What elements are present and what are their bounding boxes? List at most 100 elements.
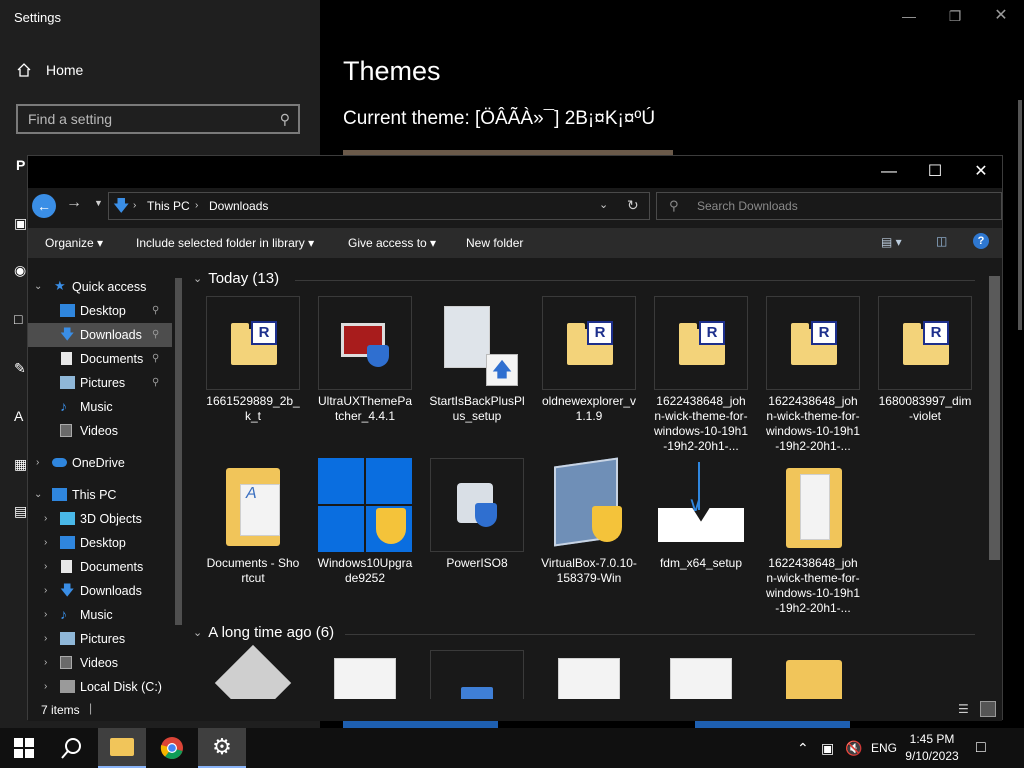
file-item[interactable] bbox=[429, 650, 525, 699]
chevron-right-icon[interactable]: › bbox=[44, 507, 47, 531]
nav-this-pc[interactable]: ⌄ This PC bbox=[28, 483, 185, 507]
chevron-down-icon[interactable]: ⌄ bbox=[193, 272, 202, 285]
network-icon[interactable]: ▣ bbox=[821, 728, 834, 768]
explorer-close-button[interactable]: ✕ bbox=[958, 156, 1004, 188]
forward-button[interactable]: → bbox=[66, 194, 82, 212]
nav-onedrive[interactable]: › OneDrive bbox=[28, 451, 185, 475]
language-indicator[interactable]: ENG bbox=[871, 728, 897, 768]
nav-scrollbar-thumb[interactable] bbox=[175, 278, 182, 625]
start-icon[interactable]: ▦ bbox=[14, 456, 27, 473]
chevron-down-icon[interactable]: ⌄ bbox=[193, 626, 202, 639]
find-setting-input[interactable]: Find a setting ⚲ bbox=[16, 104, 300, 134]
file-item[interactable] bbox=[653, 650, 749, 699]
chevron-right-icon[interactable]: › bbox=[36, 451, 39, 475]
nav-quick-downloads[interactable]: 🡇 Downloads ⚲ bbox=[28, 323, 185, 347]
change-view-icon[interactable]: ▤ ▾ bbox=[881, 235, 902, 249]
file-item[interactable]: R 1622438648_john-wick-theme-for-windows… bbox=[653, 296, 749, 454]
colors-icon[interactable]: ◉ bbox=[14, 262, 26, 279]
nav-quick-music[interactable]: ♪ Music bbox=[28, 395, 185, 419]
themes-icon[interactable]: ✎ bbox=[14, 360, 26, 377]
fonts-icon[interactable]: A bbox=[14, 408, 23, 424]
theme-thumbnail[interactable] bbox=[343, 720, 498, 728]
file-item[interactable]: R oldnewexplorer_v1.1.9 bbox=[541, 296, 637, 424]
nav-pc-videos[interactable]: › Videos bbox=[28, 651, 185, 675]
nav-pc-music[interactable]: › ♪ Music bbox=[28, 603, 185, 627]
clock[interactable]: 1:45 PM 9/10/2023 bbox=[900, 731, 964, 765]
file-item[interactable]: ∨ fdm_x64_setup bbox=[653, 458, 749, 571]
search-downloads-input[interactable]: ⚲ Search Downloads bbox=[656, 192, 1002, 220]
chrome-taskbar-button[interactable] bbox=[148, 728, 196, 768]
chevron-right-icon[interactable]: › bbox=[44, 603, 47, 627]
nav-pc-desktop[interactable]: › Desktop bbox=[28, 531, 185, 555]
background-icon[interactable]: ▣ bbox=[14, 215, 27, 232]
organize-menu[interactable]: Organize ▾ bbox=[45, 236, 103, 250]
nav-pc-documents[interactable]: › Documents bbox=[28, 555, 185, 579]
details-view-icon[interactable]: ☰ bbox=[958, 702, 969, 716]
file-item[interactable]: PowerISO8 bbox=[429, 458, 525, 571]
taskbar-settings-icon[interactable]: ▤ bbox=[14, 503, 27, 520]
chevron-down-icon[interactable]: ⌄ bbox=[34, 275, 42, 299]
file-item[interactable]: VirtualBox-7.0.10-158379-Win bbox=[541, 457, 637, 586]
give-access-menu[interactable]: Give access to ▾ bbox=[348, 236, 436, 250]
nav-quick-desktop[interactable]: Desktop ⚲ bbox=[28, 299, 185, 323]
file-item[interactable] bbox=[765, 650, 861, 699]
file-item[interactable]: R 1680083997_dim-violet bbox=[877, 296, 973, 424]
chevron-right-icon[interactable]: › bbox=[44, 579, 47, 603]
file-item[interactable]: R 1622438648_john-wick-theme-for-windows… bbox=[765, 296, 861, 454]
new-folder-button[interactable]: New folder bbox=[466, 236, 523, 250]
nav-quick-videos[interactable]: Videos bbox=[28, 419, 185, 443]
file-item[interactable]: Windows10Upgrade9252 bbox=[317, 458, 413, 586]
chevron-right-icon[interactable]: › bbox=[44, 555, 47, 579]
include-in-library-menu[interactable]: Include selected folder in library ▾ bbox=[136, 236, 314, 250]
breadcrumb-this-pc[interactable]: This PC bbox=[147, 199, 190, 213]
breadcrumb-downloads[interactable]: Downloads bbox=[209, 199, 268, 213]
content-scrollbar-thumb[interactable] bbox=[989, 276, 1000, 560]
nav-pc-3d-objects[interactable]: › 3D Objects bbox=[28, 507, 185, 531]
file-item[interactable] bbox=[205, 644, 301, 699]
explorer-maximize-button[interactable]: ☐ bbox=[912, 156, 958, 188]
notifications-icon[interactable]: □ bbox=[976, 728, 986, 768]
home-link[interactable]: Home bbox=[16, 62, 83, 78]
file-item[interactable] bbox=[317, 650, 413, 699]
file-item[interactable]: A Documents - Shortcut bbox=[205, 458, 301, 586]
chevron-up-icon[interactable]: ⌃ bbox=[797, 728, 809, 768]
group-header-today[interactable]: ⌄ Today (13) bbox=[193, 270, 279, 287]
nav-quick-access[interactable]: ⌄ ★ Quick access bbox=[28, 275, 185, 299]
back-button[interactable]: ← bbox=[32, 194, 56, 218]
recent-locations-button[interactable]: ▼ bbox=[94, 198, 103, 208]
nav-pc-pictures[interactable]: › Pictures bbox=[28, 627, 185, 651]
file-item[interactable]: UltraUXThemePatcher_4.4.1 bbox=[317, 296, 413, 424]
chevron-right-icon[interactable]: › bbox=[44, 531, 47, 555]
minimize-button[interactable]: — bbox=[886, 0, 932, 32]
chevron-right-icon[interactable]: › bbox=[44, 651, 47, 675]
file-explorer-taskbar-button[interactable] bbox=[98, 728, 146, 768]
chevron-right-icon[interactable]: › bbox=[44, 627, 47, 651]
chevron-down-icon[interactable]: ⌄ bbox=[34, 483, 42, 507]
settings-scrollbar[interactable] bbox=[1018, 100, 1022, 330]
maximize-button[interactable]: ❐ bbox=[932, 0, 978, 32]
settings-taskbar-button[interactable]: ⚙ bbox=[198, 728, 246, 768]
start-button[interactable] bbox=[0, 728, 48, 768]
address-dropdown-icon[interactable]: ⌄ bbox=[599, 198, 608, 211]
close-button[interactable]: ✕ bbox=[978, 0, 1024, 32]
refresh-icon[interactable]: ↻ bbox=[627, 197, 639, 214]
nav-quick-pictures[interactable]: Pictures ⚲ bbox=[28, 371, 185, 395]
help-icon[interactable]: ? bbox=[973, 233, 989, 249]
explorer-minimize-button[interactable]: — bbox=[866, 156, 912, 188]
preview-pane-icon[interactable]: ◫ bbox=[936, 234, 947, 248]
volume-muted-icon[interactable]: 🔇 bbox=[845, 728, 862, 768]
theme-thumbnail[interactable] bbox=[695, 720, 850, 728]
group-header-long-ago[interactable]: ⌄ A long time ago (6) bbox=[193, 624, 334, 641]
nav-pc-downloads[interactable]: › 🡇 Downloads bbox=[28, 579, 185, 603]
file-item[interactable]: 1622438648_john-wick-theme-for-windows-1… bbox=[765, 458, 861, 616]
address-bar[interactable]: 🡇 › This PC › Downloads ⌄ ↻ bbox=[108, 192, 650, 220]
search-button[interactable] bbox=[48, 728, 96, 768]
lockscreen-icon[interactable]: □ bbox=[14, 311, 22, 327]
nav-pc-local-disk[interactable]: › Local Disk (C:) bbox=[28, 675, 185, 699]
file-item[interactable]: R 1661529889_2b_k_t bbox=[205, 296, 301, 424]
large-icons-view-icon[interactable] bbox=[980, 701, 996, 717]
nav-quick-documents[interactable]: Documents ⚲ bbox=[28, 347, 185, 371]
file-item[interactable] bbox=[541, 650, 637, 699]
file-item[interactable]: 🡅 StartIsBackPlusPlus_setup bbox=[429, 296, 525, 424]
chevron-right-icon[interactable]: › bbox=[44, 675, 47, 699]
